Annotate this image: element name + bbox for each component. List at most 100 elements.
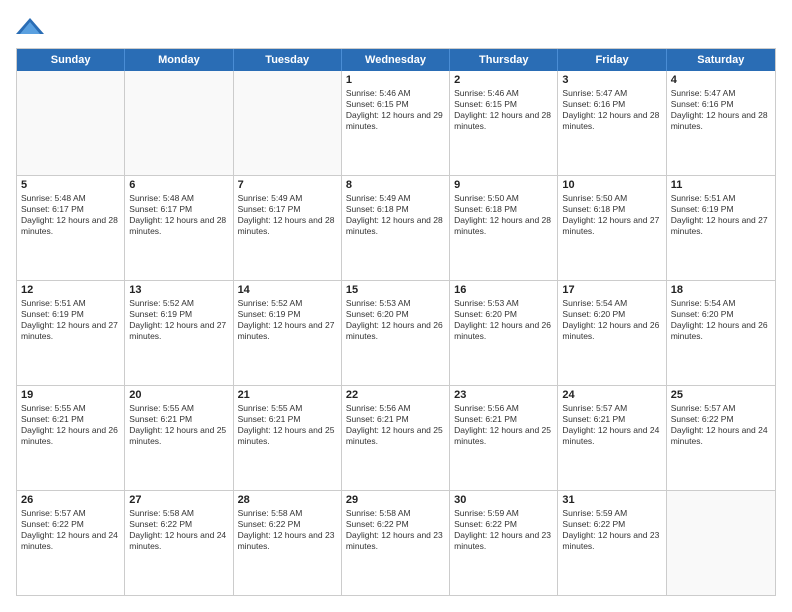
day-cell: 19Sunrise: 5:55 AMSunset: 6:21 PMDayligh… — [17, 386, 125, 490]
day-number: 2 — [454, 74, 553, 86]
day-number: 29 — [346, 494, 445, 506]
day-number: 6 — [129, 179, 228, 191]
day-info: Sunrise: 5:54 AMSunset: 6:20 PMDaylight:… — [671, 298, 771, 342]
day-cell: 22Sunrise: 5:56 AMSunset: 6:21 PMDayligh… — [342, 386, 450, 490]
day-number: 7 — [238, 179, 337, 191]
day-number: 15 — [346, 284, 445, 296]
day-header-wednesday: Wednesday — [342, 49, 450, 71]
day-cell: 28Sunrise: 5:58 AMSunset: 6:22 PMDayligh… — [234, 491, 342, 595]
day-cell: 12Sunrise: 5:51 AMSunset: 6:19 PMDayligh… — [17, 281, 125, 385]
day-number: 21 — [238, 389, 337, 401]
day-info: Sunrise: 5:53 AMSunset: 6:20 PMDaylight:… — [346, 298, 445, 342]
calendar: SundayMondayTuesdayWednesdayThursdayFrid… — [16, 48, 776, 596]
day-number: 9 — [454, 179, 553, 191]
day-number: 24 — [562, 389, 661, 401]
day-number: 20 — [129, 389, 228, 401]
day-cell: 21 Sunrise: 5:55 AMSunset: 6:21 PMDayligh… — [234, 386, 342, 490]
day-cell: 15 Sunrise: 5:53 AMSunset: 6:20 PMDayligh… — [342, 281, 450, 385]
day-cell — [234, 71, 342, 175]
day-cell: 8 Sunrise: 5:49 AMSunset: 6:18 PMDaylight… — [342, 176, 450, 280]
day-cell: 13 Sunrise: 5:52 AMSunset: 6:19 PMDayligh… — [125, 281, 233, 385]
day-number: 4 — [671, 74, 771, 86]
day-cell: 11Sunrise: 5:51 AMSunset: 6:19 PMDayligh… — [667, 176, 775, 280]
day-cell: 23Sunrise: 5:56 AMSunset: 6:21 PMDayligh… — [450, 386, 558, 490]
day-info: Sunrise: 5:51 AMSunset: 6:19 PMDaylight:… — [21, 298, 120, 342]
day-header-friday: Friday — [558, 49, 666, 71]
logo-icon — [16, 16, 44, 38]
day-number: 5 — [21, 179, 120, 191]
day-cell: 26 Sunrise: 5:57 AMSunset: 6:22 PMDayligh… — [17, 491, 125, 595]
day-number: 26 — [21, 494, 120, 506]
day-info: Sunrise: 5:49 AMSunset: 6:18 PMDaylight:… — [346, 193, 445, 237]
day-info: Sunrise: 5:57 AMSunset: 6:22 PMDaylight:… — [671, 403, 771, 447]
day-info: Sunrise: 5:52 AMSunset: 6:19 PMDaylight:… — [129, 298, 228, 342]
day-number: 16 — [454, 284, 553, 296]
day-cell: 6Sunrise: 5:48 AMSunset: 6:17 PMDaylight… — [125, 176, 233, 280]
day-number: 18 — [671, 284, 771, 296]
day-cell: 5 Sunrise: 5:48 AMSunset: 6:17 PMDaylight… — [17, 176, 125, 280]
week-1: 1 Sunrise: 5:46 AMSunset: 6:15 PMDaylight… — [17, 71, 775, 175]
day-header-sunday: Sunday — [17, 49, 125, 71]
day-info: Sunrise: 5:48 AMSunset: 6:17 PMDaylight:… — [21, 193, 120, 237]
day-cell: 7Sunrise: 5:49 AMSunset: 6:17 PMDaylight… — [234, 176, 342, 280]
header — [16, 16, 776, 38]
day-cell: 9 Sunrise: 5:50 AMSunset: 6:18 PMDaylight… — [450, 176, 558, 280]
week-2: 5 Sunrise: 5:48 AMSunset: 6:17 PMDaylight… — [17, 175, 775, 280]
day-info: Sunrise: 5:55 AMSunset: 6:21 PMDaylight:… — [129, 403, 228, 447]
day-info: Sunrise: 5:58 AMSunset: 6:22 PMDaylight:… — [238, 508, 337, 552]
day-number: 30 — [454, 494, 553, 506]
day-info: Sunrise: 5:51 AMSunset: 6:19 PMDaylight:… — [671, 193, 771, 237]
day-number: 19 — [21, 389, 120, 401]
day-info: Sunrise: 5:56 AMSunset: 6:21 PMDaylight:… — [454, 403, 553, 447]
day-cell: 20 Sunrise: 5:55 AMSunset: 6:21 PMDayligh… — [125, 386, 233, 490]
day-header-saturday: Saturday — [667, 49, 775, 71]
day-header-thursday: Thursday — [450, 49, 558, 71]
day-number: 13 — [129, 284, 228, 296]
day-number: 14 — [238, 284, 337, 296]
day-info: Sunrise: 5:47 AMSunset: 6:16 PMDaylight:… — [671, 88, 771, 132]
day-cell — [17, 71, 125, 175]
day-cell: 16 Sunrise: 5:53 AMSunset: 6:20 PMDayligh… — [450, 281, 558, 385]
day-header-monday: Monday — [125, 49, 233, 71]
day-info: Sunrise: 5:56 AMSunset: 6:21 PMDaylight:… — [346, 403, 445, 447]
day-cell: 1 Sunrise: 5:46 AMSunset: 6:15 PMDaylight… — [342, 71, 450, 175]
day-info: Sunrise: 5:46 AMSunset: 6:15 PMDaylight:… — [454, 88, 553, 132]
day-info: Sunrise: 5:57 AMSunset: 6:22 PMDaylight:… — [21, 508, 120, 552]
day-info: Sunrise: 5:57 AMSunset: 6:21 PMDaylight:… — [562, 403, 661, 447]
day-cell: 31 Sunrise: 5:59 AMSunset: 6:22 PMDayligh… — [558, 491, 666, 595]
day-number: 25 — [671, 389, 771, 401]
day-number: 27 — [129, 494, 228, 506]
day-info: Sunrise: 5:58 AMSunset: 6:22 PMDaylight:… — [129, 508, 228, 552]
day-header-tuesday: Tuesday — [234, 49, 342, 71]
day-cell: 17 Sunrise: 5:54 AMSunset: 6:20 PMDayligh… — [558, 281, 666, 385]
day-cell — [667, 491, 775, 595]
day-cell: 27 Sunrise: 5:58 AMSunset: 6:22 PMDayligh… — [125, 491, 233, 595]
day-cell: 24 Sunrise: 5:57 AMSunset: 6:21 PMDayligh… — [558, 386, 666, 490]
day-info: Sunrise: 5:46 AMSunset: 6:15 PMDaylight:… — [346, 88, 445, 132]
day-cell: 29 Sunrise: 5:58 AMSunset: 6:22 PMDayligh… — [342, 491, 450, 595]
day-number: 3 — [562, 74, 661, 86]
day-cell: 3 Sunrise: 5:47 AMSunset: 6:16 PMDaylight… — [558, 71, 666, 175]
logo — [16, 16, 48, 38]
day-cell: 18 Sunrise: 5:54 AMSunset: 6:20 PMDayligh… — [667, 281, 775, 385]
day-number: 17 — [562, 284, 661, 296]
day-info: Sunrise: 5:58 AMSunset: 6:22 PMDaylight:… — [346, 508, 445, 552]
day-cell — [125, 71, 233, 175]
day-cell: 4 Sunrise: 5:47 AMSunset: 6:16 PMDaylight… — [667, 71, 775, 175]
week-3: 12Sunrise: 5:51 AMSunset: 6:19 PMDayligh… — [17, 280, 775, 385]
day-number: 10 — [562, 179, 661, 191]
week-4: 19 Sunrise: 5:55 AMSunset: 6:21 PMDayligh… — [17, 385, 775, 490]
day-number: 1 — [346, 74, 445, 86]
day-info: Sunrise: 5:47 AMSunset: 6:16 PMDaylight:… — [562, 88, 661, 132]
day-info: Sunrise: 5:54 AMSunset: 6:20 PMDaylight:… — [562, 298, 661, 342]
page: SundayMondayTuesdayWednesdayThursdayFrid… — [0, 0, 792, 612]
weeks: 1 Sunrise: 5:46 AMSunset: 6:15 PMDaylight… — [17, 71, 775, 595]
day-headers: SundayMondayTuesdayWednesdayThursdayFrid… — [17, 49, 775, 71]
day-info: Sunrise: 5:50 AMSunset: 6:18 PMDaylight:… — [454, 193, 553, 237]
day-cell: 10Sunrise: 5:50 AMSunset: 6:18 PMDayligh… — [558, 176, 666, 280]
day-info: Sunrise: 5:53 AMSunset: 6:20 PMDaylight:… — [454, 298, 553, 342]
day-number: 8 — [346, 179, 445, 191]
day-info: Sunrise: 5:59 AMSunset: 6:22 PMDaylight:… — [562, 508, 661, 552]
day-number: 31 — [562, 494, 661, 506]
day-info: Sunrise: 5:55 AMSunset: 6:21 PMDaylight:… — [238, 403, 337, 447]
